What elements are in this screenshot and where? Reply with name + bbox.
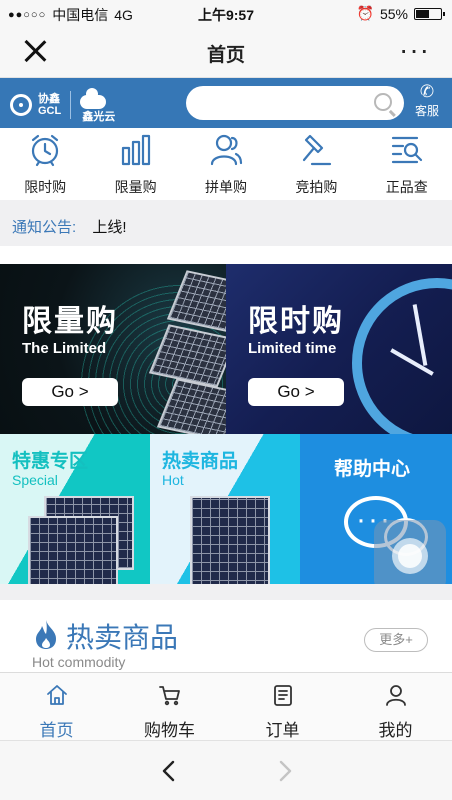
category-label: 竞拍购: [295, 179, 338, 195]
card-title: 帮助中心: [334, 459, 411, 480]
order-icon: [273, 685, 292, 706]
phone-icon: ✆: [419, 82, 435, 101]
category-label: 限时购: [24, 179, 67, 195]
browser-nav-bar: [0, 740, 452, 800]
more-options-icon[interactable]: ···: [399, 36, 430, 64]
cloud-icon: [80, 88, 107, 109]
category-auction[interactable]: 竞拍购: [276, 128, 356, 200]
tab-label: 购物车: [144, 721, 195, 740]
solar-panel-image: [190, 496, 270, 584]
card-title: 热卖商品: [162, 451, 239, 472]
section-title: 热卖商品: [66, 622, 179, 653]
notice-bar[interactable]: 通知公告: 上线!: [0, 204, 452, 246]
banner-subtitle: Limited time: [248, 340, 337, 357]
card-subtitle: Special: [12, 472, 58, 488]
battery-percent: 55%: [379, 5, 408, 22]
logo-divider: [70, 91, 72, 119]
floating-assistive-button[interactable]: [374, 520, 446, 592]
category-nav: 限时购 限量购 拼单购 竞拍购 正品查: [0, 128, 452, 200]
search-icon[interactable]: [374, 93, 392, 111]
title-bar: 首页 ···: [0, 26, 452, 78]
card-subtitle: Hot: [162, 472, 184, 488]
gcl-logo-icon: [10, 94, 32, 116]
status-bar: ●●○○○ 中国电信 4G 上午9:57 ⏰ 55%: [0, 0, 452, 26]
section-subtitle: Hot commodity: [32, 654, 126, 670]
tab-cart[interactable]: 购物车: [113, 673, 226, 740]
solar-panel-image: [28, 516, 118, 584]
battery-icon: [414, 7, 445, 20]
notice-label: 通知公告:: [12, 219, 77, 236]
user-icon: [385, 685, 406, 706]
banner-title: 限量购: [22, 305, 118, 338]
gavel-icon: [303, 134, 332, 166]
category-label: 拼单购: [204, 179, 247, 195]
category-label: 正品查: [385, 179, 428, 195]
group-users-icon: [210, 134, 243, 166]
go-button[interactable]: Go >: [22, 378, 118, 406]
tab-profile[interactable]: 我的: [339, 673, 452, 740]
category-authenticity[interactable]: 正品查: [367, 128, 447, 200]
card-hot-products[interactable]: 热卖商品 Hot: [150, 434, 300, 584]
logo-cn-text: 协鑫: [38, 93, 60, 105]
bottom-tab-bar: 首页 购物车 订单 我的: [0, 672, 452, 740]
alarm-clock-icon: [32, 134, 59, 167]
tab-home[interactable]: 首页: [0, 673, 113, 740]
more-button[interactable]: 更多+: [364, 628, 428, 652]
forward-arrow-icon[interactable]: [274, 759, 296, 783]
cart-icon: [158, 686, 180, 706]
banner-limited-quantity[interactable]: 限量购 The Limited Go >: [0, 264, 226, 434]
tab-label: 首页: [39, 721, 74, 740]
category-group-buy[interactable]: 拼单购: [186, 128, 266, 200]
category-label: 限量购: [114, 179, 157, 195]
shop-header: 协鑫 GCL 鑫光云 ✆ 客服: [0, 78, 452, 128]
category-flash-sale[interactable]: 限时购: [5, 128, 85, 200]
status-right: ⏰ 55%: [356, 5, 445, 22]
banner-title: 限时购: [248, 305, 344, 338]
search-list-icon: [391, 136, 422, 164]
cloud-name: 鑫光云: [82, 111, 116, 123]
notice-text: 上线!: [92, 219, 127, 236]
logo-en-text: GCL: [38, 105, 62, 117]
spacer: [0, 246, 452, 264]
customer-service-label: 客服: [414, 104, 439, 118]
banner-subtitle: The Limited: [22, 340, 107, 357]
bar-chart-icon: [121, 134, 150, 166]
banner-limited-time[interactable]: 限时购 Limited time Go >: [226, 264, 452, 434]
tab-label: 订单: [265, 721, 300, 740]
search-input[interactable]: [186, 86, 404, 120]
customer-service-button[interactable]: ✆ 客服: [410, 82, 444, 119]
page-title: 首页: [206, 45, 245, 66]
hot-commodity-section: 热卖商品 Hot commodity 更多+: [0, 600, 452, 672]
tab-orders[interactable]: 订单: [226, 673, 339, 740]
alarm-icon: ⏰: [356, 5, 374, 21]
category-limited[interactable]: 限量购: [96, 128, 176, 200]
flame-icon: [36, 620, 56, 649]
card-title: 特惠专区: [12, 451, 89, 472]
home-icon: [46, 685, 67, 705]
tab-label: 我的: [378, 721, 413, 740]
brand-logo: 协鑫 GCL 鑫光云: [10, 86, 115, 124]
back-arrow-icon[interactable]: [158, 759, 180, 783]
divider: [0, 584, 452, 600]
go-button[interactable]: Go >: [248, 378, 344, 406]
card-special-offers[interactable]: 特惠专区 Special: [0, 434, 150, 584]
